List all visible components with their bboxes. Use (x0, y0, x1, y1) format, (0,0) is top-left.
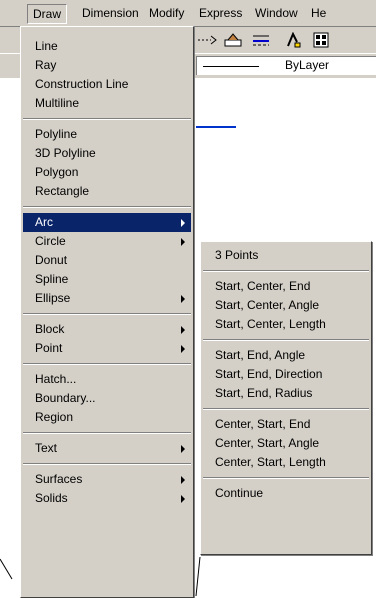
menu-item-label: Donut (35, 253, 68, 267)
draw-menu-item-circle[interactable]: Circle (23, 232, 191, 251)
menu-bar: Draw Dimension Modify Express Window He (0, 0, 376, 27)
menu-separator (23, 206, 191, 208)
submenu-arrow-icon (181, 219, 185, 227)
pointer-icon[interactable] (282, 31, 304, 49)
submenu-arrow-icon (181, 345, 185, 353)
draw-menu-item-multiline[interactable]: Multiline (23, 94, 191, 113)
linetype-value: ByLayer (285, 58, 330, 72)
menu-item-label: Construction Line (35, 77, 129, 91)
menu-item-label: Ray (35, 58, 57, 72)
menu-item-label: Polygon (35, 165, 79, 179)
properties-icon[interactable] (310, 31, 332, 49)
draw-menu: Line Ray Construction Line Multiline Polylin… (20, 26, 194, 598)
menu-dimension[interactable]: Dimension (77, 4, 144, 22)
menu-item-label: Region (35, 410, 74, 424)
menu-item-label: Hatch... (35, 372, 77, 386)
menu-separator (203, 408, 369, 410)
dotted-arrow-icon[interactable] (196, 31, 218, 49)
menu-item-label: Center, Start, Length (215, 455, 326, 469)
menu-item-label: Block (35, 322, 65, 336)
draw-menu-item-3d-polyline[interactable]: 3D Polyline (23, 144, 191, 163)
menu-item-label: Arc (35, 215, 53, 229)
menu-item-label: Start, End, Direction (215, 367, 323, 381)
draw-menu-item-spline[interactable]: Spline (23, 270, 191, 289)
draw-menu-item-donut[interactable]: Donut (23, 251, 191, 270)
draw-menu-item-polygon[interactable]: Polygon (23, 163, 191, 182)
menu-item-label: Boundary... (35, 391, 96, 405)
draw-menu-item-region[interactable]: Region (23, 408, 191, 427)
menu-item-label: Start, Center, End (215, 279, 311, 293)
submenu-arrow-icon (181, 476, 185, 484)
menu-item-label: Continue (215, 486, 264, 500)
draw-menu-item-hatch[interactable]: Hatch... (23, 370, 191, 389)
arc-menu-item-start-end-angle[interactable]: Start, End, Angle (203, 346, 369, 365)
draw-menu-item-text[interactable]: Text (23, 439, 191, 458)
menu-express[interactable]: Express (194, 4, 247, 22)
arc-menu-item-start-center-length[interactable]: Start, Center, Length (203, 315, 369, 334)
menu-separator (203, 270, 369, 272)
menu-item-label: Solids (35, 491, 68, 505)
arc-menu-item-continue[interactable]: Continue (203, 484, 369, 503)
menu-item-label: Polyline (35, 127, 78, 141)
layer-manager-icon[interactable] (222, 31, 244, 49)
menu-separator (23, 313, 191, 315)
menu-item-label: Center, Start, End (215, 417, 311, 431)
arc-menu-item-center-start-length[interactable]: Center, Start, Length (203, 453, 369, 472)
draw-menu-item-construction-line[interactable]: Construction Line (23, 75, 191, 94)
menu-item-label: Start, Center, Angle (215, 298, 320, 312)
menu-item-label: Start, End, Angle (215, 348, 306, 362)
draw-menu-item-polyline[interactable]: Polyline (23, 125, 191, 144)
submenu-arrow-icon (181, 326, 185, 334)
menu-item-label: Start, Center, Length (215, 317, 326, 331)
arc-menu-item-3-points[interactable]: 3 Points (203, 246, 369, 265)
draw-menu-item-arc[interactable]: Arc (23, 213, 191, 232)
submenu-arrow-icon (181, 445, 185, 453)
menu-item-label: Rectangle (35, 184, 90, 198)
draw-menu-item-ray[interactable]: Ray (23, 56, 191, 75)
menu-item-label: 3 Points (215, 248, 259, 262)
linetype-preview (203, 66, 259, 67)
arc-menu-item-start-center-angle[interactable]: Start, Center, Angle (203, 296, 369, 315)
draw-menu-item-ellipse[interactable]: Ellipse (23, 289, 191, 308)
menu-separator (203, 339, 369, 341)
arc-menu-item-center-start-angle[interactable]: Center, Start, Angle (203, 434, 369, 453)
menu-item-label: Point (35, 341, 63, 355)
menu-draw[interactable]: Draw (27, 4, 68, 24)
arc-menu-item-start-center-end[interactable]: Start, Center, End (203, 277, 369, 296)
menu-item-label: Start, End, Radius (215, 386, 313, 400)
menu-separator (23, 463, 191, 465)
draw-menu-item-rectangle[interactable]: Rectangle (23, 182, 191, 201)
submenu-arrow-icon (181, 238, 185, 246)
menu-item-label: Circle (35, 234, 66, 248)
menu-help[interactable]: He (306, 4, 331, 22)
menu-item-label: Ellipse (35, 291, 71, 305)
submenu-arrow-icon (181, 295, 185, 303)
arc-menu-item-center-start-end[interactable]: Center, Start, End (203, 415, 369, 434)
menu-separator (203, 477, 369, 479)
submenu-arrow-icon (181, 495, 185, 503)
menu-item-label: Spline (35, 272, 69, 286)
draw-menu-item-solids[interactable]: Solids (23, 489, 191, 508)
menu-window[interactable]: Window (250, 4, 303, 22)
menu-item-label: Surfaces (35, 472, 83, 486)
linetype-icon[interactable] (250, 31, 272, 49)
menu-separator (23, 118, 191, 120)
draw-menu-item-surfaces[interactable]: Surfaces (23, 470, 191, 489)
arc-menu-item-start-end-radius[interactable]: Start, End, Radius (203, 384, 369, 403)
menu-separator (23, 432, 191, 434)
menu-item-label: Text (35, 441, 58, 455)
menu-modify[interactable]: Modify (144, 4, 189, 22)
menu-item-label: Center, Start, Angle (215, 436, 320, 450)
arc-menu-item-start-end-direction[interactable]: Start, End, Direction (203, 365, 369, 384)
draw-menu-item-point[interactable]: Point (23, 339, 191, 358)
linetype-combo[interactable]: ByLayer (196, 56, 376, 75)
menu-item-label: 3D Polyline (35, 146, 96, 160)
menu-separator (23, 363, 191, 365)
draw-menu-item-boundary[interactable]: Boundary... (23, 389, 191, 408)
menu-item-label: Line (35, 39, 58, 53)
draw-menu-item-block[interactable]: Block (23, 320, 191, 339)
menu-item-label: Multiline (35, 96, 80, 110)
arc-submenu: 3 Points Start, Center, End Start, Center,… (200, 241, 372, 555)
draw-menu-item-line[interactable]: Line (23, 37, 191, 56)
